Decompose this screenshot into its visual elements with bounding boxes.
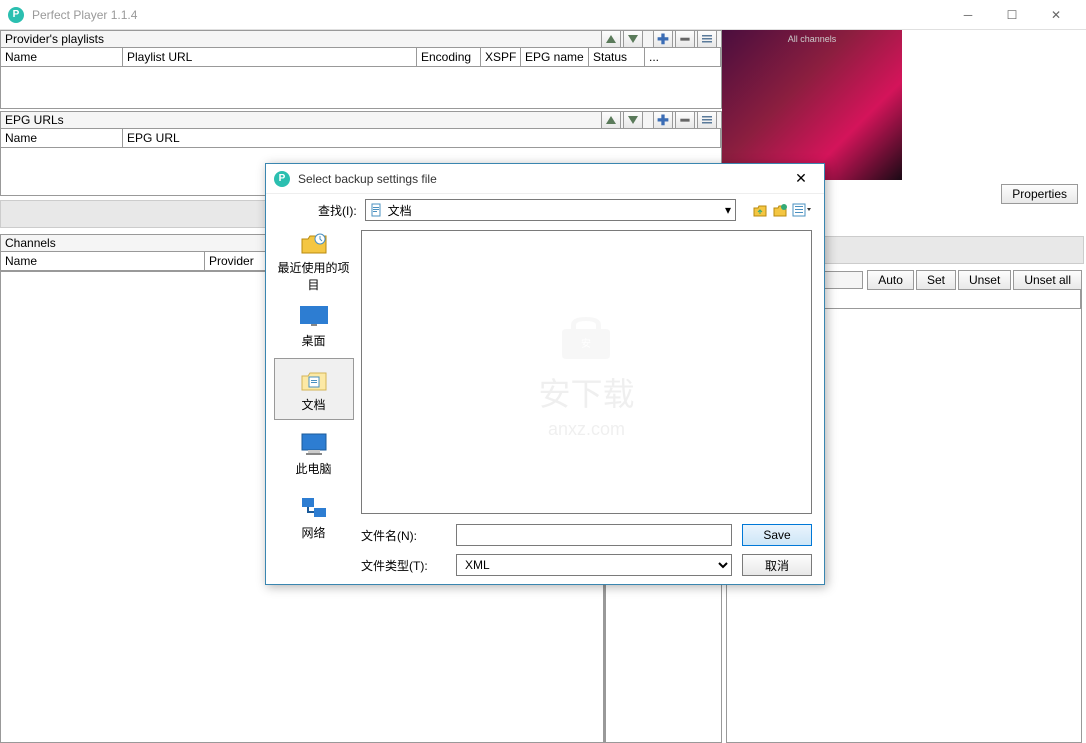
playlists-add-button[interactable]: ✚ [653,30,673,48]
place-network[interactable]: 网络 [274,486,354,548]
places-bar: 最近使用的项目 桌面 文档 此电脑 网络 [266,226,361,584]
col-url[interactable]: Playlist URL [123,48,417,66]
epg-table-header: Name EPG URL [0,129,722,148]
desktop-icon [298,302,330,330]
channels-title: Channels [5,236,280,250]
preview-panel: All channels [722,30,902,180]
watermark-text2: anxz.com [548,419,625,440]
playlists-title: Provider's playlists [5,32,599,46]
minimize-button[interactable]: ─ [946,0,990,30]
combo-arrow-icon: ▾ [725,203,731,217]
watermark: 安 安下载 anxz.com [538,305,634,440]
filetype-label: 文件类型(T): [361,557,446,574]
logos-unsetall-button[interactable]: Unset all [1013,270,1082,290]
dialog-title: Select backup settings file [298,172,786,186]
epg-title: EPG URLs [5,113,599,127]
filename-label: 文件名(N): [361,527,446,544]
playlists-table-body[interactable] [0,67,722,109]
watermark-icon: 安 [556,305,616,365]
document-icon [370,203,384,217]
view-menu-icon[interactable] [792,202,812,218]
epg-add-button[interactable]: ✚ [653,111,673,129]
filetype-select[interactable]: XML [456,554,732,576]
file-dialog: P Select backup settings file ✕ 查找(I): 文… [265,163,825,585]
place-desktop-label: 桌面 [301,332,325,349]
col-encoding[interactable]: Encoding [417,48,481,66]
dialog-titlebar: P Select backup settings file ✕ [266,164,824,194]
place-documents-label: 文档 [301,396,325,413]
logos-unset-button[interactable]: Unset [958,270,1011,290]
new-folder-icon[interactable] [772,202,788,218]
dialog-icon: P [274,171,290,187]
logos-auto-button[interactable]: Auto [867,270,914,290]
svg-text:安: 安 [581,337,591,350]
app-title: Perfect Player 1.1.4 [32,8,946,22]
playlists-up-button[interactable] [601,30,621,48]
place-documents[interactable]: 文档 [274,358,354,420]
playlists-down-button[interactable] [623,30,643,48]
logos-set-button[interactable]: Set [916,270,956,290]
filename-input[interactable] [456,524,732,546]
epg-up-button[interactable] [601,111,621,129]
save-button[interactable]: Save [742,524,812,546]
lookin-label: 查找(I): [318,202,357,219]
col-xspf[interactable]: XSPF [481,48,521,66]
properties-button[interactable]: Properties [1001,184,1078,204]
col-more[interactable]: ... [645,48,721,66]
epg-menu-button[interactable] [697,111,717,129]
recent-icon [298,229,330,257]
playlists-remove-button[interactable]: ━ [675,30,695,48]
col-name[interactable]: Name [1,252,205,270]
preview-label: All channels [788,34,837,44]
cancel-button[interactable]: 取消 [742,554,812,576]
close-button[interactable]: ✕ [1034,0,1078,30]
lookin-combo[interactable]: 文档 ▾ [365,199,736,221]
place-computer-label: 此电脑 [295,460,331,477]
place-recent[interactable]: 最近使用的项目 [274,230,354,292]
dialog-close-button[interactable]: ✕ [786,164,816,194]
col-url[interactable]: EPG URL [123,129,721,147]
epg-header: EPG URLs ✚ ━ [0,111,722,129]
place-desktop[interactable]: 桌面 [274,294,354,356]
documents-icon [298,366,330,394]
col-name[interactable]: Name [1,48,123,66]
playlists-menu-button[interactable] [697,30,717,48]
col-name[interactable]: Name [1,129,123,147]
maximize-button[interactable]: ☐ [990,0,1034,30]
playlists-table-header: Name Playlist URL Encoding XSPF EPG name… [0,48,722,67]
col-status[interactable]: Status [589,48,645,66]
up-folder-icon[interactable] [752,202,768,218]
place-network-label: 网络 [301,524,325,541]
watermark-text1: 安下载 [538,369,634,415]
titlebar: P Perfect Player 1.1.4 ─ ☐ ✕ [0,0,1086,30]
place-computer[interactable]: 此电脑 [274,422,354,484]
epg-remove-button[interactable]: ━ [675,111,695,129]
lookin-value: 文档 [388,202,412,219]
playlists-header: Provider's playlists ✚ ━ [0,30,722,48]
computer-icon [298,430,330,458]
network-icon [298,494,330,522]
epg-down-button[interactable] [623,111,643,129]
app-icon: P [8,7,24,23]
dialog-toolbar: 查找(I): 文档 ▾ [266,194,824,226]
file-list[interactable]: 安 安下载 anxz.com [361,230,812,514]
col-epg[interactable]: EPG name [521,48,589,66]
place-recent-label: 最近使用的项目 [274,259,354,293]
